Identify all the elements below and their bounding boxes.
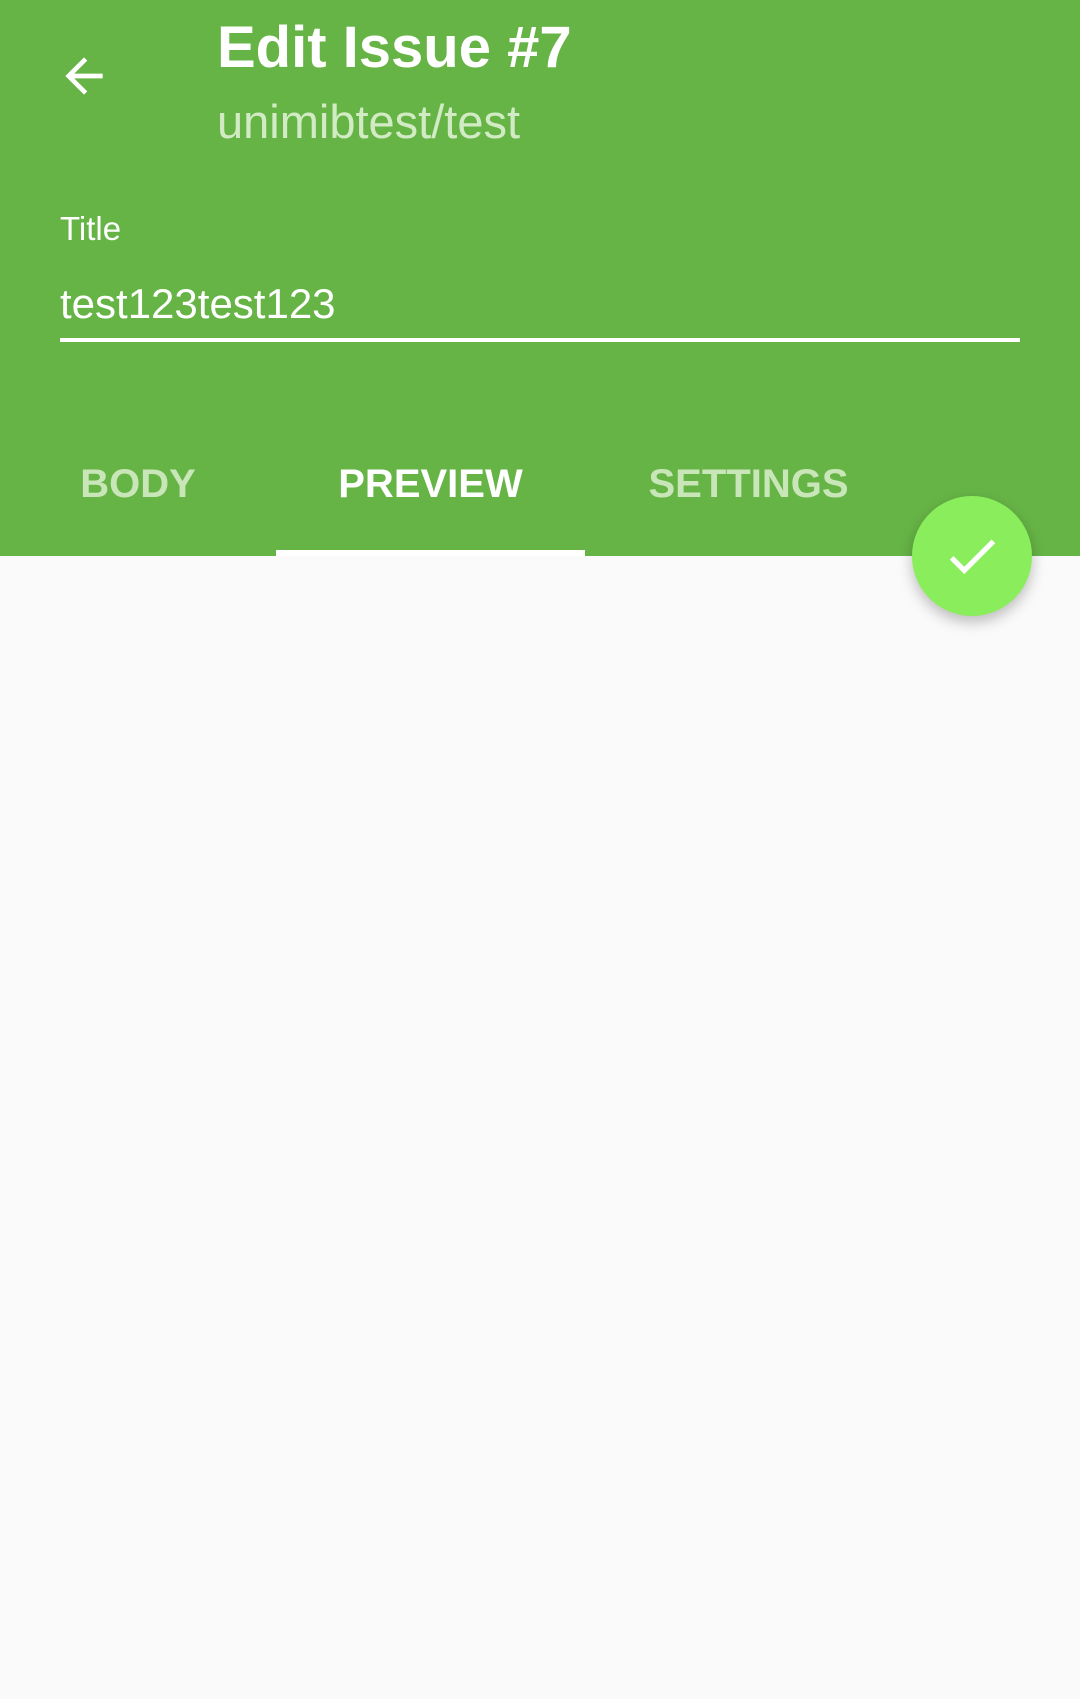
check-icon: [949, 539, 996, 575]
tab-settings[interactable]: SETTINGS: [585, 450, 912, 556]
back-button[interactable]: [44, 36, 124, 116]
title-input[interactable]: [60, 272, 1020, 336]
tab-body[interactable]: BODY: [0, 450, 276, 556]
title-field-label: Title: [60, 210, 122, 247]
app-bar: Edit Issue #7 unimibtest/test Title BODY…: [0, 0, 1080, 556]
save-fab-button[interactable]: [912, 496, 1032, 616]
tab-preview[interactable]: PREVIEW: [276, 450, 585, 556]
page-title: Edit Issue #7: [217, 15, 572, 80]
title-input-underline: [60, 338, 1020, 342]
repo-subtitle: unimibtest/test: [217, 95, 521, 148]
preview-content-area: [0, 556, 1080, 1699]
arrow-left-icon: [65, 57, 103, 95]
edit-issue-screen: Edit Issue #7 unimibtest/test Title BODY…: [0, 0, 1080, 1699]
